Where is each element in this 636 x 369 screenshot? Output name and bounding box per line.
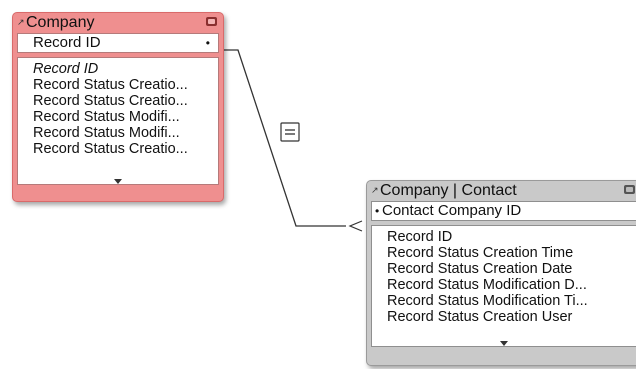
match-field-label: Record ID bbox=[33, 34, 101, 51]
field-item[interactable]: Record Status Modification D... bbox=[387, 277, 636, 293]
key-dot-icon: • bbox=[205, 36, 210, 50]
collapse-arrow-icon[interactable]: ↗ bbox=[371, 181, 379, 199]
table-menu-icon[interactable] bbox=[624, 185, 635, 194]
field-item[interactable]: Record Status Creatio... bbox=[33, 141, 218, 157]
field-item[interactable]: Record Status Modifi... bbox=[33, 109, 218, 125]
field-list[interactable]: Record ID Record Status Creatio... Recor… bbox=[17, 57, 219, 185]
scroll-down-icon[interactable] bbox=[500, 341, 508, 346]
table-header[interactable]: ↗ Company | Contact bbox=[367, 181, 636, 201]
field-item[interactable]: Record Status Creatio... bbox=[33, 93, 218, 109]
match-field[interactable]: • Contact Company ID bbox=[371, 201, 636, 221]
table-name: Company bbox=[26, 14, 95, 31]
field-item[interactable]: Record Status Creatio... bbox=[33, 77, 218, 93]
key-dot-icon: • bbox=[375, 204, 380, 218]
field-item[interactable]: Record Status Creation User bbox=[387, 309, 636, 325]
contact-table-occurrence[interactable]: ↗ Company | Contact • Contact Company ID… bbox=[366, 180, 636, 366]
equals-icon[interactable] bbox=[280, 122, 300, 142]
collapse-arrow-icon[interactable]: ↗ bbox=[17, 13, 25, 31]
table-name: Company | Contact bbox=[380, 182, 517, 199]
table-header[interactable]: ↗ Company bbox=[13, 13, 223, 33]
field-item[interactable]: Record ID bbox=[387, 229, 636, 245]
field-item[interactable]: Record Status Modification Ti... bbox=[387, 293, 636, 309]
field-item[interactable]: Record Status Modifi... bbox=[33, 125, 218, 141]
match-field-label: Contact Company ID bbox=[382, 202, 522, 219]
field-item[interactable]: Record Status Creation Time bbox=[387, 245, 636, 261]
scroll-down-icon[interactable] bbox=[114, 179, 122, 184]
company-table-occurrence[interactable]: ↗ Company Record ID • Record ID Record S… bbox=[12, 12, 224, 202]
field-list[interactable]: Record ID Record Status Creation Time Re… bbox=[371, 225, 636, 347]
field-item[interactable]: Record ID bbox=[33, 61, 218, 77]
match-field[interactable]: Record ID • bbox=[17, 33, 219, 53]
table-menu-icon[interactable] bbox=[206, 17, 217, 26]
field-item[interactable]: Record Status Creation Date bbox=[387, 261, 636, 277]
